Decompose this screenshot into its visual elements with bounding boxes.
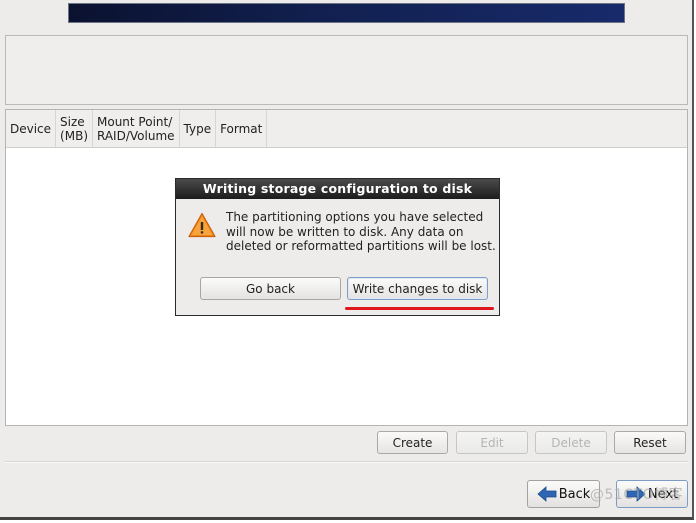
- go-back-button[interactable]: Go back: [200, 277, 341, 300]
- edit-button[interactable]: Edit: [456, 431, 528, 454]
- column-format[interactable]: Format: [216, 110, 268, 147]
- delete-button[interactable]: Delete: [535, 431, 607, 454]
- column-type[interactable]: Type: [180, 110, 217, 147]
- confirm-dialog: Writing storage configuration to disk Th…: [175, 178, 500, 316]
- column-device[interactable]: Device: [6, 110, 57, 147]
- separator: [5, 461, 688, 463]
- back-label: Back: [558, 486, 591, 502]
- write-changes-button[interactable]: Write changes to disk: [347, 277, 488, 300]
- column-mount-point[interactable]: Mount Point/ RAID/Volume: [93, 110, 180, 147]
- warning-icon: [188, 212, 216, 238]
- annotation-underline: [345, 307, 494, 310]
- info-area: [5, 35, 688, 105]
- reset-button[interactable]: Reset: [614, 431, 686, 454]
- watermark: @51CTO博客: [590, 487, 684, 503]
- back-arrow-icon: [537, 486, 557, 502]
- column-size[interactable]: Size (MB): [56, 110, 93, 147]
- column-filler: [267, 110, 687, 147]
- table-header: Device Size (MB) Mount Point/ RAID/Volum…: [6, 110, 687, 148]
- header-banner: [68, 3, 625, 23]
- create-button[interactable]: Create: [377, 431, 448, 454]
- dialog-message: The partitioning options you have select…: [226, 210, 496, 253]
- dialog-title: Writing storage configuration to disk: [176, 179, 499, 199]
